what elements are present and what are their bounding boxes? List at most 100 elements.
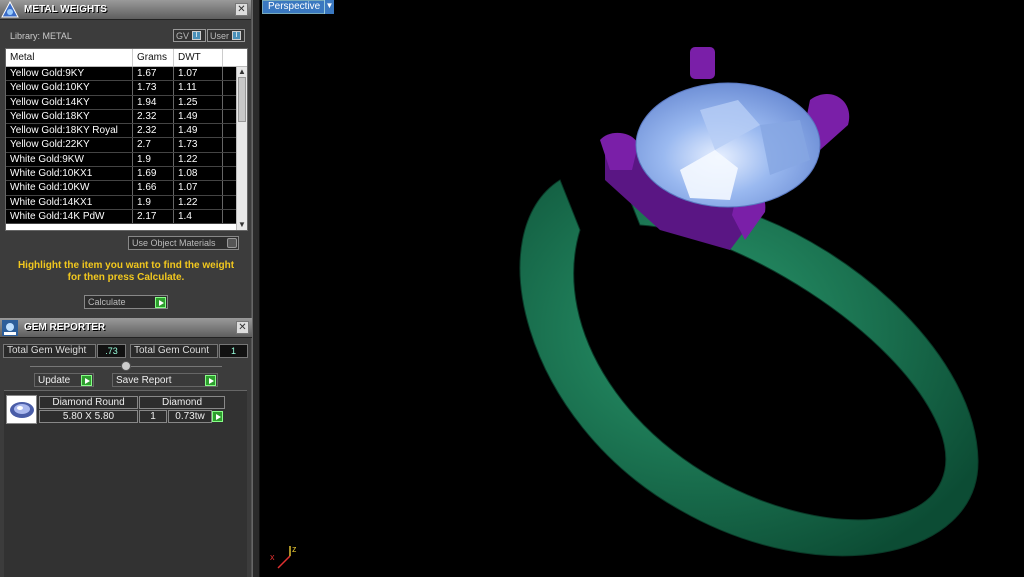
grams-cell: 1.69	[133, 167, 174, 181]
gem-weight: 0.73tw	[168, 410, 212, 423]
scroll-down-icon[interactable]: ▼	[237, 220, 247, 230]
user-toggle[interactable]: User I	[207, 29, 245, 42]
grams-cell: 1.73	[133, 81, 174, 95]
total-gem-count-label: Total Gem Count	[130, 344, 218, 358]
gem-list-item[interactable]: Diamond Round Diamond 5.80 X 5.80 1 0.73…	[6, 395, 226, 425]
calculate-button[interactable]: Calculate	[84, 295, 168, 309]
checkbox-icon	[227, 238, 237, 248]
gem-count: 1	[139, 410, 167, 423]
grams-cell: 1.66	[133, 181, 174, 195]
gem-reporter-titlebar: GEM REPORTER ✕	[0, 318, 252, 338]
metal-name-cell: White Gold:14KX1	[6, 195, 133, 209]
update-label: Update	[38, 374, 71, 386]
ring-band	[519, 179, 979, 557]
metal-table-header: Metal Grams DWT	[6, 49, 247, 67]
user-label: User	[210, 30, 230, 41]
metal-table-scrollbar[interactable]: ▲ ▼	[236, 67, 247, 230]
table-row[interactable]: Yellow Gold:18KY 2.32 1.49	[6, 109, 238, 125]
dwt-cell: 1.11	[174, 81, 223, 95]
metal-name-cell: White Gold:14K PdW	[6, 209, 133, 224]
column-header-dwt[interactable]: DWT	[174, 49, 223, 66]
play-arrow-icon[interactable]	[212, 411, 223, 422]
play-arrow-icon	[205, 374, 216, 386]
dwt-cell: 1.49	[174, 124, 223, 138]
metal-table[interactable]: Metal Grams DWT Yellow Gold:9KY 1.67 1.07 Y…	[5, 48, 248, 231]
metal-name-cell: Yellow Gold:18KY Royal	[6, 124, 133, 138]
table-row[interactable]: White Gold:14K PdW 2.17 1.4	[6, 209, 238, 225]
axis-z-label: z	[292, 544, 297, 554]
gv-label: GV	[176, 30, 190, 41]
metal-name-cell: Yellow Gold:9KY	[6, 67, 133, 81]
toggle-icon: I	[232, 31, 242, 40]
grams-cell: 1.67	[133, 67, 174, 81]
table-row[interactable]: Yellow Gold:9KY 1.67 1.07	[6, 67, 238, 82]
dwt-cell: 1.49	[174, 109, 223, 124]
table-row[interactable]: Yellow Gold:18KY Royal 2.32 1.49	[6, 124, 238, 139]
close-icon[interactable]: ✕	[235, 3, 248, 16]
dwt-cell: 1.22	[174, 152, 223, 167]
close-icon[interactable]: ✕	[236, 321, 249, 334]
metal-table-body: Yellow Gold:9KY 1.67 1.07 Yellow Gold:10KY 1…	[6, 67, 238, 225]
dwt-cell: 1.07	[174, 181, 223, 195]
gem-material: Diamond	[139, 396, 225, 409]
metal-name-cell: White Gold:9KW	[6, 152, 133, 167]
metal-weights-titlebar: METAL WEIGHTS ✕	[0, 0, 251, 20]
update-button[interactable]: Update	[34, 373, 94, 387]
gv-toggle[interactable]: GV I	[173, 29, 206, 42]
total-gem-count-value: 1	[219, 344, 248, 358]
gem-size: 5.80 X 5.80	[39, 410, 138, 423]
metal-name-cell: White Gold:10KX1	[6, 167, 133, 181]
total-gem-weight-label: Total Gem Weight	[3, 344, 96, 358]
table-row[interactable]: White Gold:10KW 1.66 1.07	[6, 181, 238, 196]
metal-weights-title: METAL WEIGHTS	[24, 4, 107, 15]
grams-cell: 1.9	[133, 152, 174, 167]
dwt-cell: 1.73	[174, 138, 223, 152]
hint-text-line2: for then press Calculate.	[67, 272, 185, 283]
grams-cell: 1.94	[133, 95, 174, 109]
gem-reporter-panel: GEM REPORTER ✕	[0, 318, 252, 338]
grams-cell: 2.32	[133, 124, 174, 138]
save-report-button[interactable]: Save Report	[112, 373, 218, 387]
scrollbar-thumb[interactable]	[238, 77, 246, 122]
axis-gizmo: x z	[270, 544, 297, 569]
metal-name-cell: Yellow Gold:10KY	[6, 81, 133, 95]
scroll-up-icon[interactable]: ▲	[237, 67, 247, 77]
metal-name-cell: Yellow Gold:18KY	[6, 109, 133, 124]
column-header-grams[interactable]: Grams	[133, 49, 174, 66]
table-row[interactable]: Yellow Gold:14KY 1.94 1.25	[6, 95, 238, 110]
play-arrow-icon	[81, 374, 92, 386]
dwt-cell: 1.22	[174, 195, 223, 209]
save-report-label: Save Report	[116, 374, 172, 386]
grams-cell: 2.7	[133, 138, 174, 152]
use-object-materials-label: Use Object Materials	[132, 238, 216, 248]
panel-splitter[interactable]	[252, 0, 260, 577]
dwt-cell: 1.4	[174, 209, 223, 224]
gem-shape: Diamond Round	[39, 396, 138, 409]
total-gem-weight-value: .73	[97, 344, 126, 358]
column-header-metal[interactable]: Metal	[6, 49, 133, 66]
table-row[interactable]: Yellow Gold:10KY 1.73 1.11	[6, 81, 238, 96]
table-row[interactable]: White Gold:10KX1 1.69 1.08	[6, 167, 238, 182]
axis-x-label: x	[270, 552, 275, 562]
dwt-cell: 1.07	[174, 67, 223, 81]
metal-name-cell: Yellow Gold:14KY	[6, 95, 133, 109]
3d-viewport[interactable]: Perspective ▼ x z	[260, 0, 1024, 577]
play-arrow-icon	[155, 296, 166, 308]
metal-weights-icon	[0, 0, 20, 20]
metal-name-cell: White Gold:10KW	[6, 181, 133, 195]
metal-name-cell: Yellow Gold:22KY	[6, 138, 133, 152]
table-row[interactable]: White Gold:9KW 1.9 1.22	[6, 152, 238, 168]
grams-cell: 2.17	[133, 209, 174, 224]
hint-text-line1: Highlight the item you want to find the …	[17, 260, 235, 271]
dwt-cell: 1.08	[174, 167, 223, 181]
left-panel: METAL WEIGHTS ✕ Library: METAL GV I User I…	[0, 0, 252, 577]
use-object-materials-toggle[interactable]: Use Object Materials	[128, 236, 239, 250]
gem-reporter-title: GEM REPORTER	[24, 322, 106, 333]
library-label: Library: METAL	[10, 31, 72, 41]
table-row[interactable]: White Gold:14KX1 1.9 1.22	[6, 195, 238, 210]
table-row[interactable]: Yellow Gold:22KY 2.7 1.73	[6, 138, 238, 153]
grams-cell: 2.32	[133, 109, 174, 124]
gem-reporter-icon	[0, 318, 20, 338]
grams-cell: 1.9	[133, 195, 174, 209]
splitter-handle[interactable]	[121, 361, 131, 371]
